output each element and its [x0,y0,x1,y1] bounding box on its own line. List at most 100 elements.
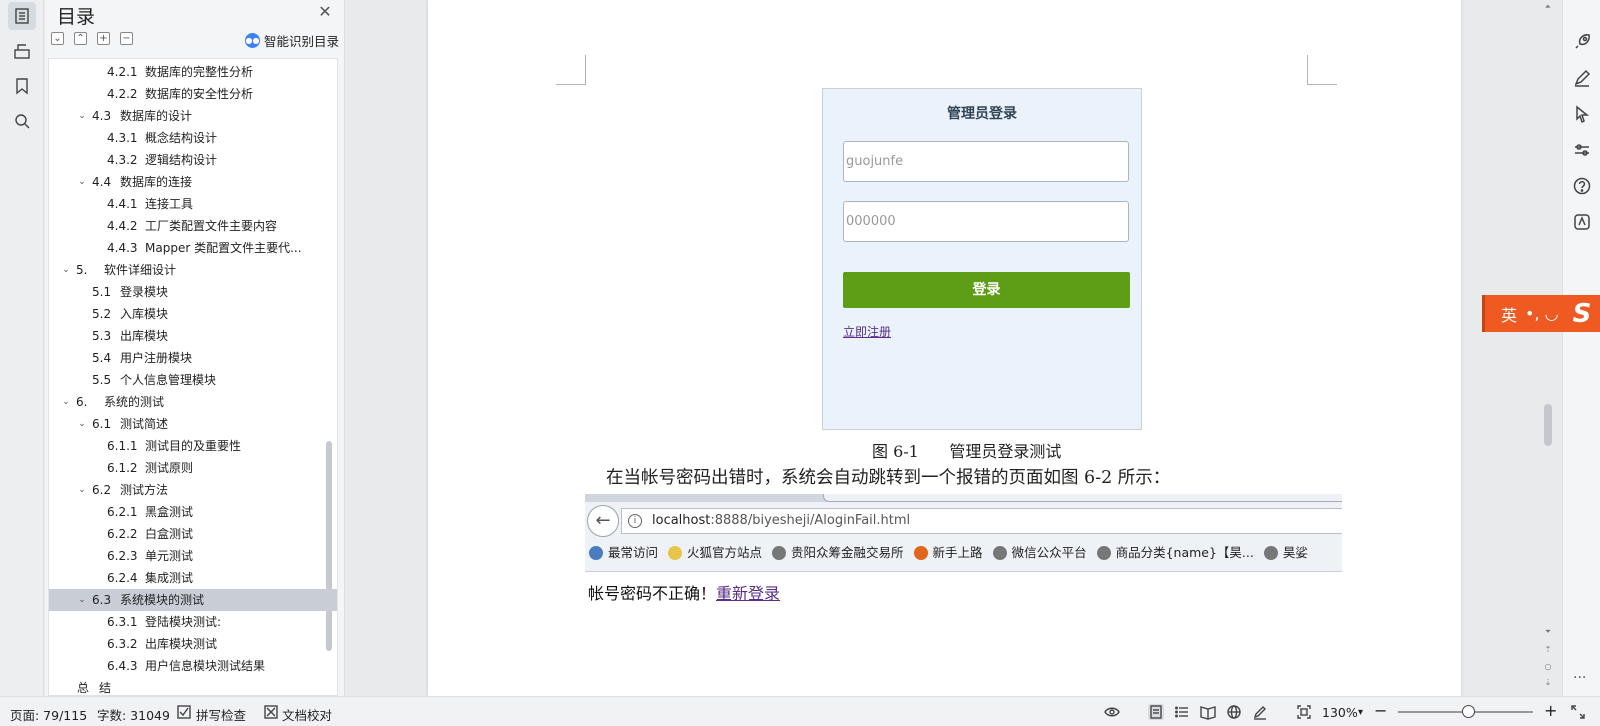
chevron-down-icon[interactable]: ⌄ [61,391,71,413]
search-icon[interactable] [8,107,36,135]
fullscreen-icon[interactable] [1570,704,1586,720]
toc-item[interactable]: 4.3.2 逻辑结构设计 [49,149,337,171]
toc-item[interactable]: 4.2.2 数据库的安全性分析 [49,83,337,105]
remove-heading-button[interactable]: − [120,32,133,45]
toc-item[interactable]: 6.4.3 用户信息模块测试结果 [49,655,337,677]
document-scrollbar[interactable]: ⏶ ⏷ ⇡ ○ ⇣ [1534,0,1562,696]
bookmark-icon [913,546,928,560]
page-view-icon[interactable] [1148,704,1164,720]
toc-item[interactable]: 4.4.1 连接工具 [49,193,337,215]
toc-item[interactable]: ⌄ 6. 系统的测试 [49,391,337,413]
error-message: 帐号密码不正确！ [588,584,717,603]
bookmark-icon [1263,546,1278,560]
toc-item[interactable]: 5.2 入库模块 [49,303,337,325]
select-cursor-icon[interactable] [1572,104,1592,124]
eye-icon[interactable] [1104,704,1120,720]
help-icon[interactable] [1572,176,1592,196]
zoom-in-icon[interactable]: + [1544,701,1557,720]
toc-item[interactable]: 总结 [49,677,337,695]
toc-item-number: 5.2 [92,307,112,321]
chevron-down-icon[interactable]: ⌄ [77,171,87,193]
toc-item[interactable]: 6.3.2 出库模块测试 [49,633,337,655]
add-heading-button[interactable]: + [97,32,110,45]
doc-check-button[interactable]: 文档校对 [282,705,332,724]
toc-item[interactable]: 5.1 登录模块 [49,281,337,303]
smart-toc-button[interactable]: ●● 智能识别目录 [245,32,340,49]
toc-item[interactable]: ⌄ 5. 软件详细设计 [49,259,337,281]
prev-page-icon[interactable]: ⇡ [1543,645,1553,654]
toc-item-number: 6.2 [92,483,112,497]
toc-item-number: 6.3.2 [107,637,138,651]
chevron-down-icon[interactable]: ⌄ [77,589,87,611]
toc-item[interactable]: 4.4.2 工厂类配置文件主要内容 [49,215,337,237]
zoom-dropdown-icon[interactable]: ▾ [1358,707,1363,718]
reading-view-icon[interactable] [1200,704,1216,720]
toc-item[interactable]: 6.2.1 黑盒测试 [49,501,337,523]
word-count[interactable]: 字数: 31049 [97,705,170,724]
zoom-level[interactable]: 130% [1322,705,1358,720]
zoom-out-icon[interactable]: − [1374,701,1387,720]
toc-item[interactable]: ⌄ 4.4 数据库的连接 [49,171,337,193]
toc-item[interactable]: 4.3.1 概念结构设计 [49,127,337,149]
login-form-screenshot: 管理员登录 guojunfe 000000 登录 立即注册 [822,88,1142,430]
spell-check-button[interactable]: 拼写检查 [196,705,246,724]
fit-page-icon[interactable] [1296,704,1312,720]
toc-item[interactable]: ⌄ 6.2 测试方法 [49,479,337,501]
smart-toc-label: 智能识别目录 [264,33,340,49]
more-icon[interactable]: ··· [1573,670,1586,686]
outline-view-icon[interactable] [1174,704,1190,720]
zoom-slider-handle[interactable] [1462,705,1475,718]
chevron-down-icon[interactable]: ⌄ [77,413,87,435]
settings-sliders-icon[interactable] [1572,140,1592,160]
navigation-icon[interactable] [8,37,36,65]
toc-item[interactable]: 6.2.4 集成测试 [49,567,337,589]
expand-all-button[interactable]: ⌃ [74,32,87,45]
web-view-icon[interactable] [1226,704,1242,720]
ime-toolbar[interactable]: 英 •, ◡ S [1482,295,1600,332]
toc-item[interactable]: 6.3.1 登陆模块测试: [49,611,337,633]
toc-item-label: 数据库的连接 [120,175,193,189]
select-browse-icon[interactable]: ○ [1543,662,1553,671]
toc-item-label: 测试方法 [120,483,169,497]
collapse-all-button[interactable]: ⌄ [51,32,64,45]
bookmark-item: 贵阳众筹金融交易所 [768,542,904,564]
scroll-thumb[interactable] [1544,404,1552,446]
toc-panel-icon[interactable] [8,2,36,30]
toc-item[interactable]: ⌄ 6.1 测试简述 [49,413,337,435]
toc-item[interactable]: 5.4 用户注册模块 [49,347,337,369]
next-page-icon[interactable]: ⇣ [1543,678,1553,687]
toc-item[interactable]: ⌄ 4.3 数据库的设计 [49,105,337,127]
toc-item[interactable]: 6.2.3 单元测试 [49,545,337,567]
toc-item[interactable]: 6.2.2 白盒测试 [49,523,337,545]
toc-item-label: 测试目的及重要性 [145,439,242,453]
toc-item[interactable]: 6.1.1 测试目的及重要性 [49,435,337,457]
toc-item[interactable]: 4.4.3 Mapper 类配置文件主要代... [49,237,337,259]
toc-item-number: 6.2.4 [107,571,138,585]
toc-item[interactable]: ⌄ 6.3 系统模块的测试 [49,589,337,611]
page-indicator[interactable]: 页面: 79/115 [10,705,87,724]
toc-item[interactable]: 4.2.1 数据库的完整性分析 [49,61,337,83]
chevron-down-icon[interactable]: ⌄ [61,259,71,281]
toc-item[interactable]: 5.5 个人信息管理模块 [49,369,337,391]
bookmark-icon[interactable] [8,72,36,100]
bookmark-label: 火狐官方站点 [687,545,763,560]
rocket-icon[interactable] [1572,32,1592,52]
toc-item-label: 登录模块 [120,285,169,299]
pen-icon[interactable] [1572,68,1592,88]
toc-item[interactable]: 5.3 出库模块 [49,325,337,347]
chevron-down-icon[interactable]: ⌄ [77,479,87,501]
sogou-logo-icon: S [1572,298,1592,329]
relogin-link[interactable]: 重新登录 [716,584,780,603]
scroll-up-icon[interactable]: ⏶ [1543,2,1553,12]
toc-item-number: 6.4.3 [107,659,138,673]
toc-item-number: 6.2.1 [107,505,138,519]
translate-icon[interactable] [1572,212,1592,232]
write-mode-icon[interactable] [1252,704,1268,720]
close-icon[interactable]: ✕ [317,4,333,20]
ai-icon: ●● [245,32,260,48]
chevron-down-icon[interactable]: ⌄ [77,105,87,127]
toc-item-label: 出库模块 [120,329,169,343]
info-icon: i [628,514,642,528]
scroll-down-icon[interactable]: ⏷ [1543,627,1553,637]
toc-item[interactable]: 6.1.2 测试原则 [49,457,337,479]
